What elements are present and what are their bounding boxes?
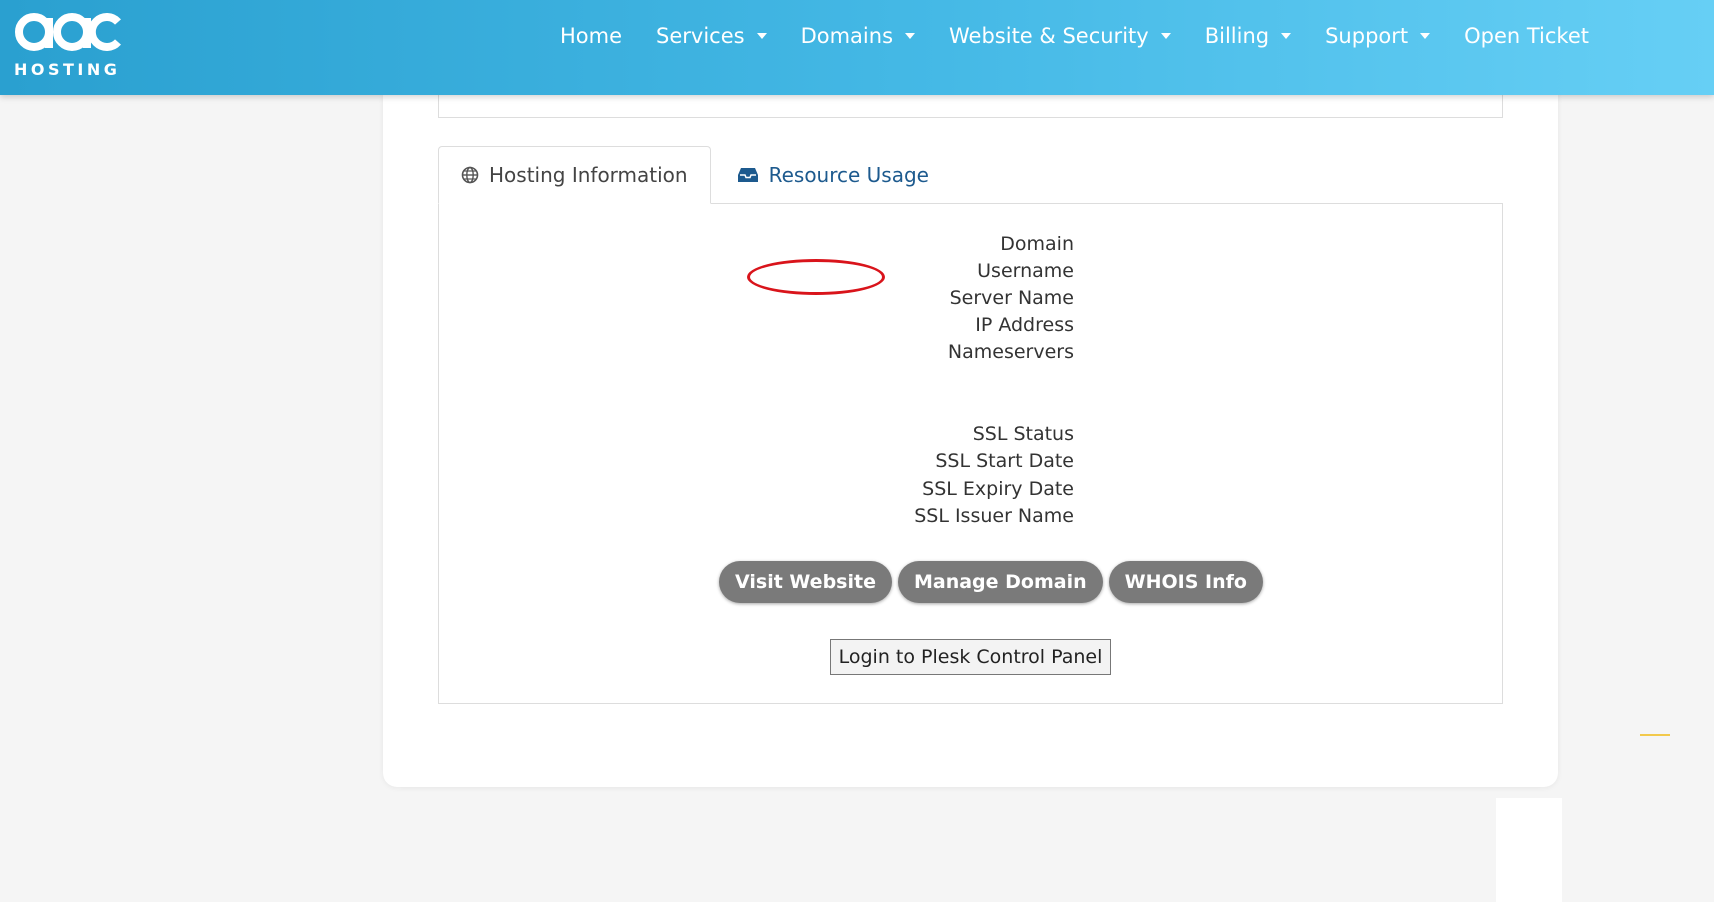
nav-home-label: Home — [560, 24, 623, 48]
nav-services[interactable]: Services — [656, 24, 767, 48]
action-buttons: Visit Website Manage Domain WHOIS Info — [719, 561, 1269, 603]
brand-logo[interactable]: HOSTING — [14, 10, 124, 80]
plesk-login-button[interactable]: Login to Plesk Control Panel — [830, 639, 1111, 675]
logo-mark-icon — [15, 13, 121, 51]
ssl-status-label: SSL Status — [972, 423, 1074, 445]
ssl-issuer-name-label: SSL Issuer Name — [914, 505, 1074, 527]
nav-website-security[interactable]: Website & Security — [949, 24, 1171, 48]
nav-open-ticket[interactable]: Open Ticket — [1464, 24, 1589, 48]
nav-support-label: Support — [1325, 24, 1409, 48]
nav-billing[interactable]: Billing — [1204, 24, 1292, 48]
logo-text: HOSTING — [14, 60, 121, 79]
main-nav: Home Services Domains Website & Security… — [560, 0, 1623, 72]
caret-down-icon — [905, 33, 916, 39]
tab-hosting-information-label: Hosting Information — [489, 163, 688, 187]
top-header: HOSTING Home Services Domains Website & … — [0, 0, 1714, 95]
tab-hosting-information[interactable]: Hosting Information — [438, 146, 711, 204]
nav-website-security-label: Website & Security — [949, 24, 1149, 48]
tab-resource-usage[interactable]: Resource Usage — [711, 146, 951, 204]
nav-billing-label: Billing — [1204, 24, 1270, 48]
nav-domains[interactable]: Domains — [800, 24, 916, 48]
nav-support[interactable]: Support — [1325, 24, 1431, 48]
nav-domains-label: Domains — [800, 24, 894, 48]
inbox-icon — [737, 167, 759, 183]
username-label: Username — [977, 260, 1074, 282]
info-tabs: Hosting Information Resource Usage — [438, 146, 951, 204]
manage-domain-button[interactable]: Manage Domain — [897, 561, 1103, 603]
ssl-start-date-label: SSL Start Date — [935, 450, 1074, 472]
background-patch — [1496, 798, 1562, 902]
decorative-dash — [1640, 734, 1670, 736]
caret-down-icon — [756, 33, 767, 39]
caret-down-icon — [1420, 33, 1431, 39]
ssl-expiry-date-label: SSL Expiry Date — [922, 478, 1074, 500]
domain-label: Domain — [1000, 233, 1074, 255]
nav-services-label: Services — [656, 24, 745, 48]
nav-open-ticket-label: Open Ticket — [1464, 24, 1590, 48]
caret-down-icon — [1281, 33, 1292, 39]
globe-icon — [461, 166, 479, 184]
caret-down-icon — [1160, 33, 1171, 39]
tab-resource-usage-label: Resource Usage — [768, 163, 929, 187]
server-name-label: Server Name — [949, 287, 1074, 309]
ip-address-label: IP Address — [975, 314, 1074, 336]
nameservers-label: Nameservers — [947, 341, 1074, 363]
nav-home[interactable]: Home — [560, 24, 622, 48]
whois-info-button[interactable]: WHOIS Info — [1108, 561, 1263, 603]
visit-website-button[interactable]: Visit Website — [719, 561, 892, 603]
